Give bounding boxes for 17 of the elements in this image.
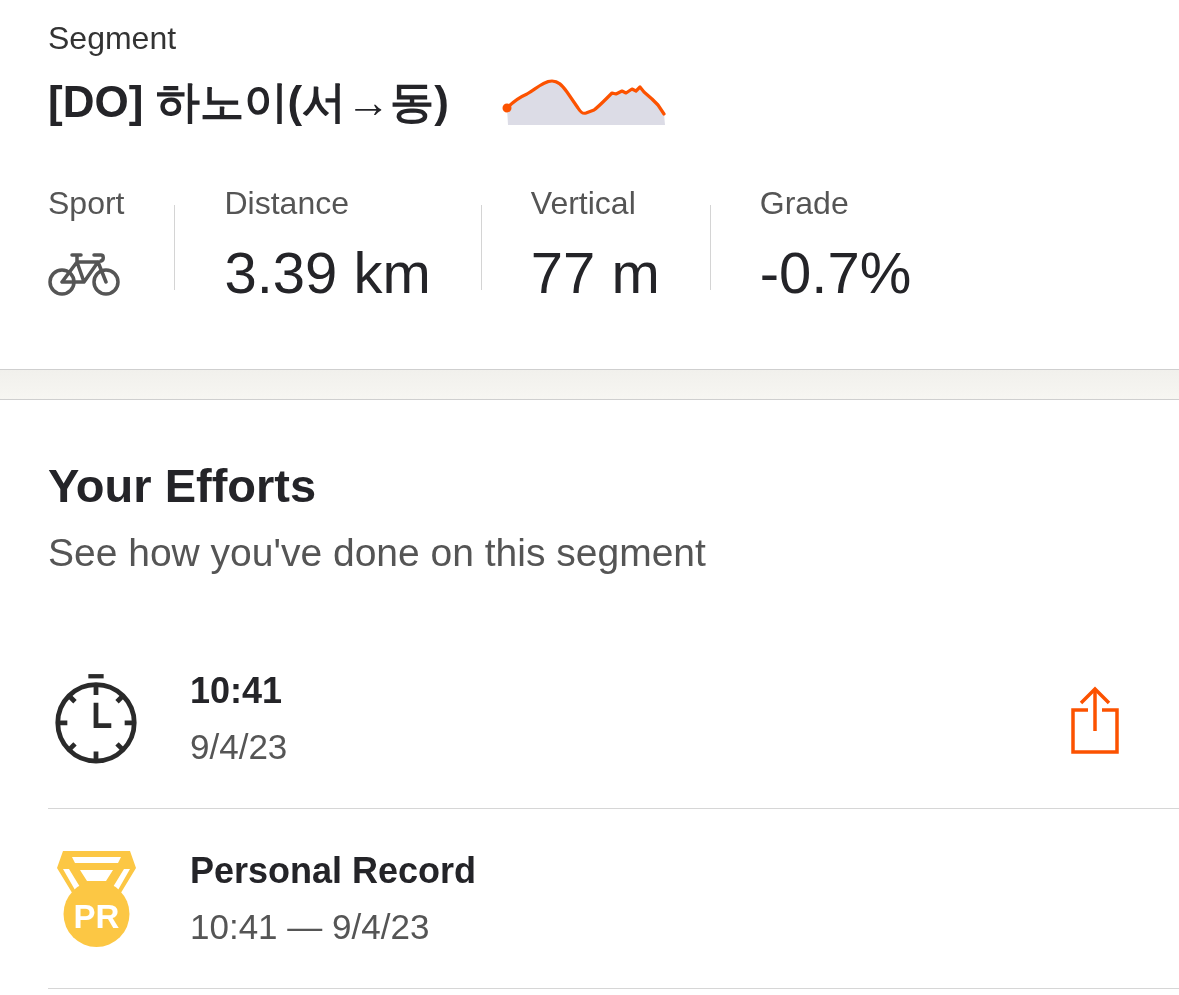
- effort-title: Personal Record: [190, 849, 477, 892]
- effort-title: 10:41: [190, 669, 283, 712]
- section-heading: Your Efforts: [48, 459, 317, 513]
- stopwatch-icon: [53, 673, 139, 764]
- effort-detail: 9/4/23: [190, 725, 288, 768]
- stat-value: 3.39 km: [224, 241, 431, 305]
- effort-detail: 10:41 — 9/4/23: [190, 905, 430, 948]
- stat-label: Distance: [224, 185, 349, 221]
- section-subtitle: See how you've done on this segment: [48, 531, 706, 575]
- section-label: Segment: [48, 20, 177, 56]
- stat-label: Sport: [48, 185, 125, 221]
- stat-value: -0.7%: [759, 241, 912, 305]
- stat-value: 77 m: [530, 241, 660, 305]
- bicycle-icon: [48, 250, 120, 296]
- segment-title: [DO] 하노이(서→동): [48, 76, 449, 128]
- stat-label: Grade: [759, 185, 849, 221]
- stat-label: Vertical: [530, 185, 636, 221]
